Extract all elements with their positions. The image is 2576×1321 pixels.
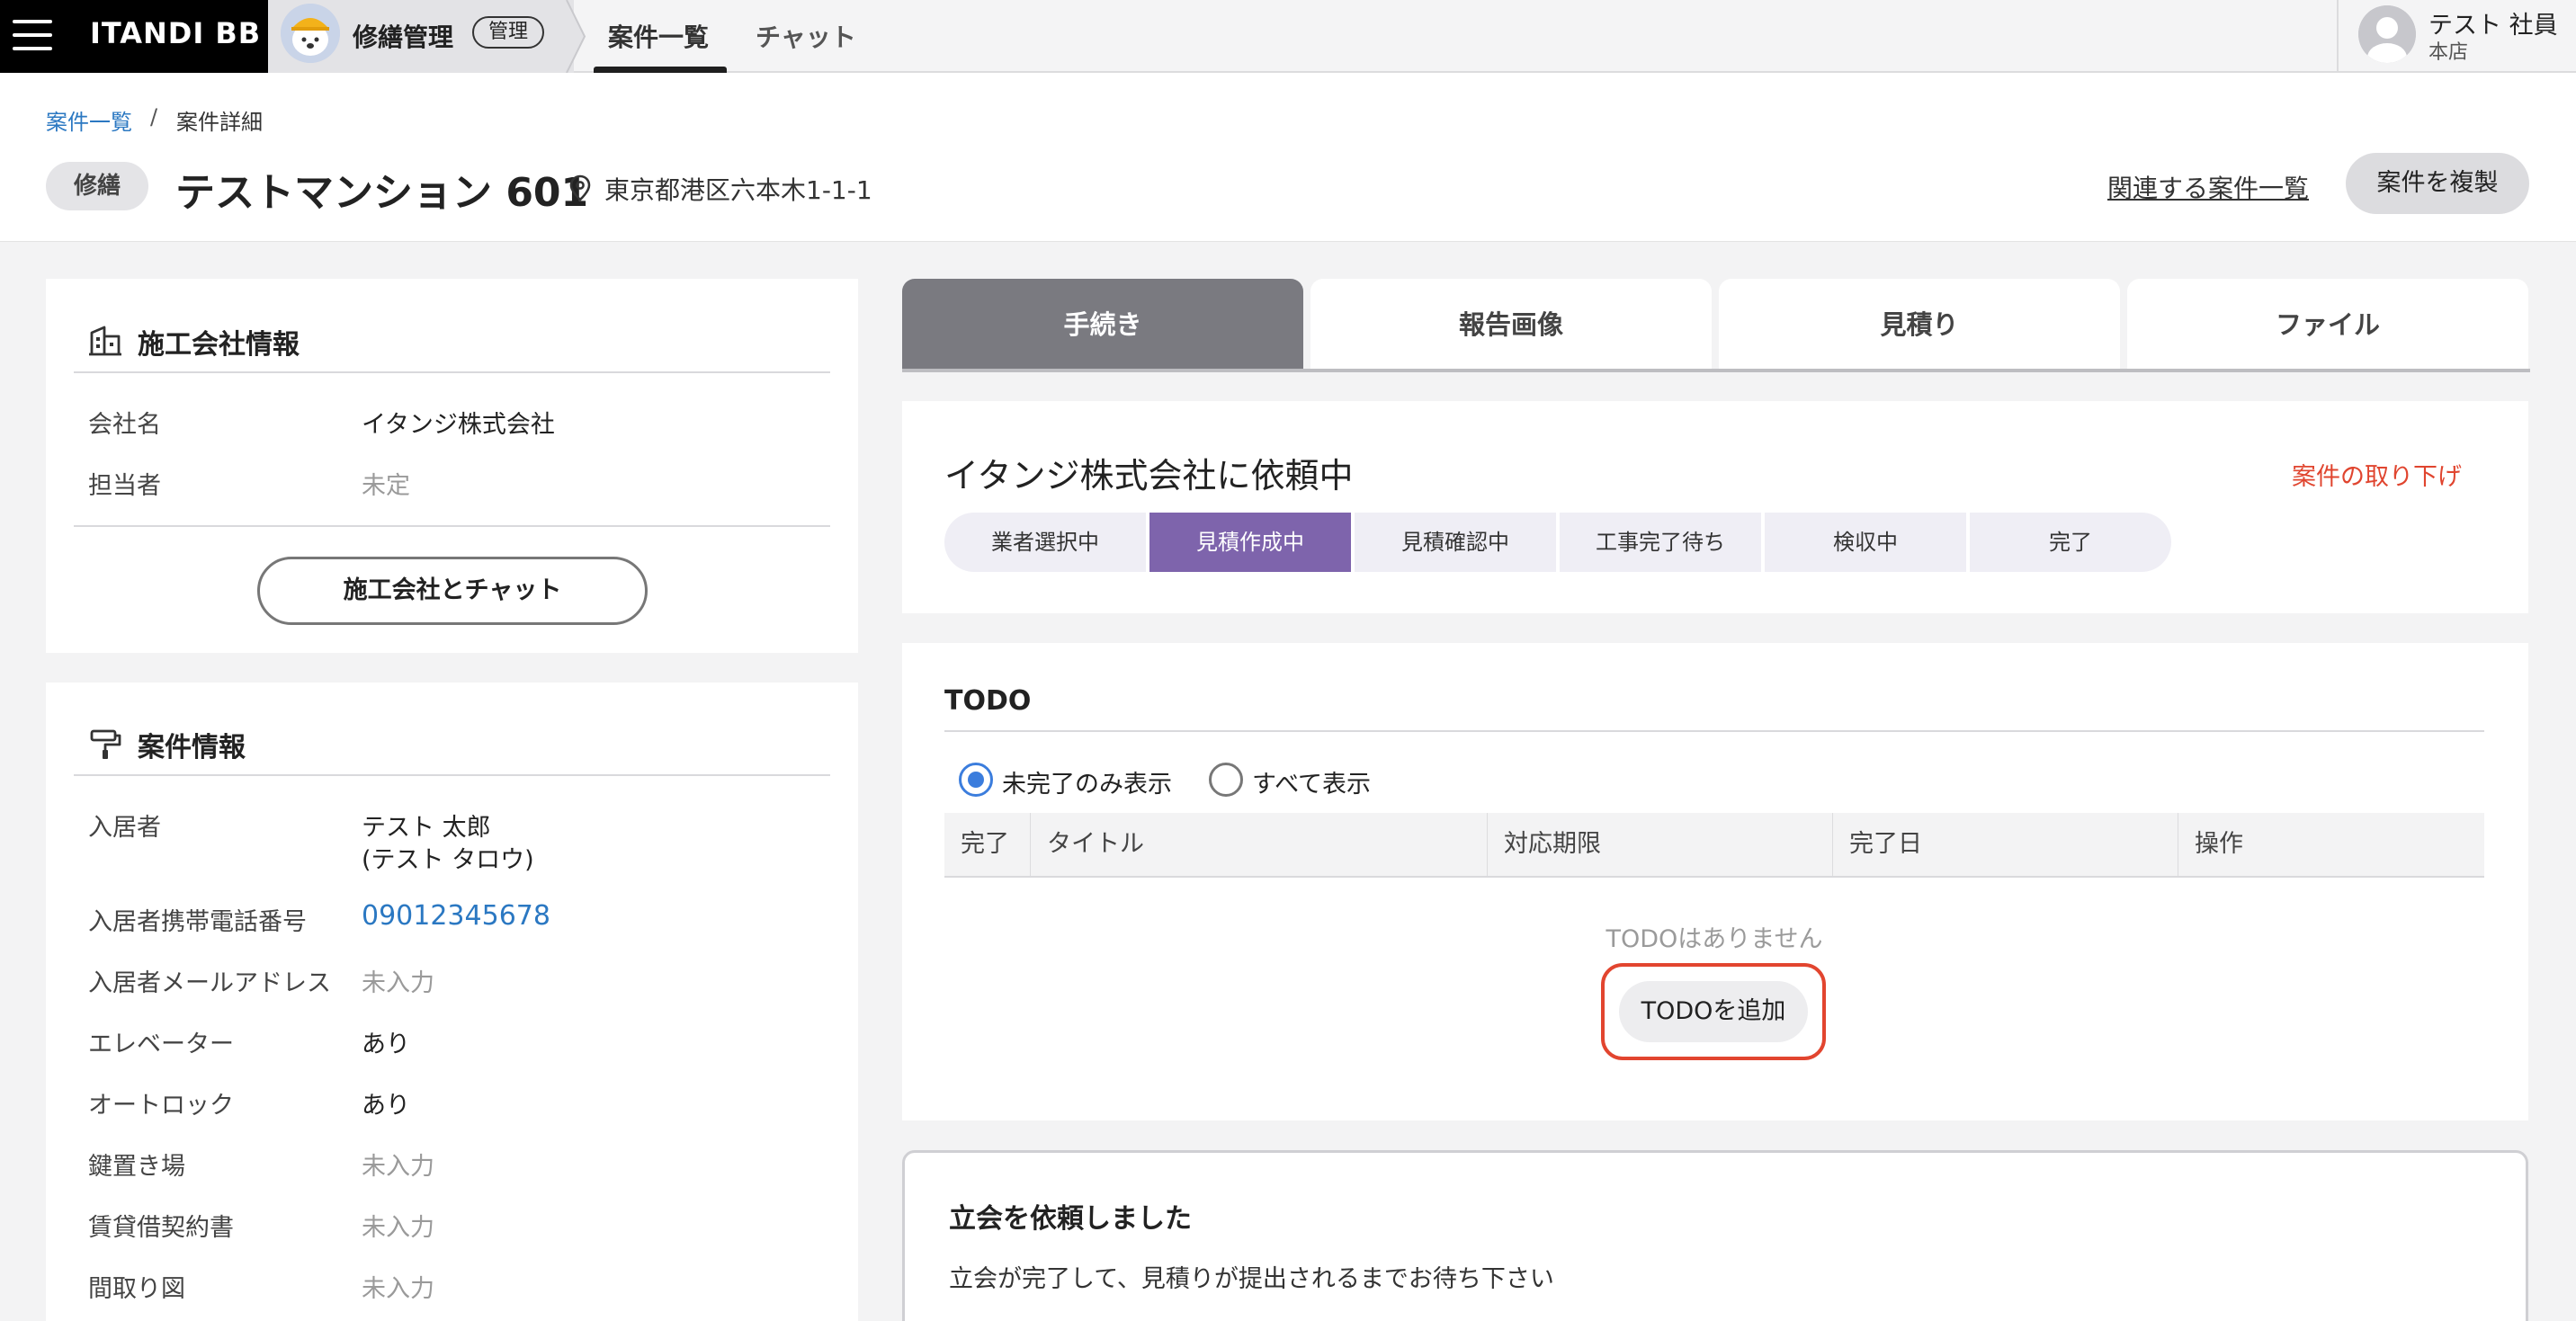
step-inspection: 検収中 bbox=[1765, 513, 1966, 572]
company-info-title: 施工会社情報 bbox=[138, 329, 300, 361]
mascot-avatar-icon bbox=[281, 4, 340, 63]
tab-procedures[interactable]: 手続き bbox=[902, 279, 1303, 370]
lease-contract-value: 未入力 bbox=[362, 1214, 434, 1242]
step-estimate-creating: 見積作成中 bbox=[1149, 513, 1351, 572]
tenant-name: テスト 太郎 bbox=[362, 814, 491, 842]
filter-all-label[interactable]: すべて表示 bbox=[1252, 764, 1371, 799]
nav-active-indicator bbox=[594, 67, 727, 73]
elevator-value: あり bbox=[362, 1031, 410, 1058]
status-title: イタンジ株式会社に依頼中 bbox=[944, 456, 1354, 495]
contact-person-label: 担当者 bbox=[88, 472, 161, 500]
tenant-phone-link[interactable]: 09012345678 bbox=[362, 900, 550, 932]
todo-empty-message: TODOはありません bbox=[1606, 925, 1823, 953]
todo-title: TODO bbox=[944, 685, 1032, 717]
column-deadline: 対応期限 bbox=[1488, 813, 1833, 876]
brand-logo[interactable]: ITANDI BB bbox=[90, 16, 261, 50]
tenant-email-value: 未入力 bbox=[362, 969, 434, 997]
tab-estimates[interactable]: 見積り bbox=[1719, 279, 2120, 370]
autolock-label: オートロック bbox=[88, 1092, 234, 1120]
property-address: 東京都港区六本木1-1-1 bbox=[604, 175, 872, 205]
notice-card bbox=[902, 1150, 2528, 1321]
related-cases-link[interactable]: 関連する案件一覧 bbox=[2107, 169, 2309, 205]
case-type-badge: 修繕 bbox=[46, 162, 148, 210]
company-name-value: イタンジ株式会社 bbox=[362, 411, 555, 439]
breadcrumb-chevron-icon bbox=[563, 0, 586, 73]
case-info-title: 案件情報 bbox=[138, 732, 246, 763]
nav-tab-chat[interactable]: チャット bbox=[756, 18, 856, 54]
filter-incomplete-label[interactable]: 未完了のみ表示 bbox=[1002, 764, 1172, 799]
divider bbox=[74, 774, 830, 776]
withdraw-case-link[interactable]: 案件の取り下げ bbox=[2292, 457, 2462, 492]
breadcrumb-separator: / bbox=[150, 104, 158, 129]
tab-files[interactable]: ファイル bbox=[2127, 279, 2528, 370]
filter-all-radio[interactable] bbox=[1209, 763, 1243, 797]
hamburger-menu-icon[interactable] bbox=[13, 20, 52, 50]
step-awaiting-completion: 工事完了待ち bbox=[1560, 513, 1761, 572]
location-pin-icon bbox=[569, 174, 591, 201]
breadcrumb-case-list-link[interactable]: 案件一覧 bbox=[46, 104, 132, 136]
tenant-email-label: 入居者メールアドレス bbox=[88, 969, 331, 997]
breadcrumb-current: 案件詳細 bbox=[176, 110, 263, 135]
column-completed-date: 完了日 bbox=[1833, 813, 2178, 876]
contact-person-value: 未定 bbox=[362, 472, 410, 500]
chat-with-company-button[interactable]: 施工会社とチャット bbox=[257, 557, 648, 625]
lease-contract-label: 賃貸借契約書 bbox=[88, 1214, 234, 1242]
tenant-label: 入居者 bbox=[88, 814, 161, 842]
company-name-label: 会社名 bbox=[88, 411, 161, 439]
floor-plan-value: 未入力 bbox=[362, 1275, 434, 1303]
key-location-value: 未入力 bbox=[362, 1153, 434, 1181]
column-title: タイトル bbox=[1031, 813, 1488, 876]
autolock-value: あり bbox=[362, 1092, 410, 1120]
step-vendor-selection: 業者選択中 bbox=[944, 513, 1146, 572]
tab-report-images[interactable]: 報告画像 bbox=[1310, 279, 1712, 370]
step-complete: 完了 bbox=[1970, 513, 2171, 572]
user-branch: 本店 bbox=[2428, 41, 2469, 64]
status-panel bbox=[902, 401, 2528, 613]
user-avatar-icon[interactable] bbox=[2358, 5, 2416, 63]
floor-plan-label: 間取り図 bbox=[88, 1275, 185, 1303]
step-estimate-review: 見積確認中 bbox=[1355, 513, 1556, 572]
column-actions: 操作 bbox=[2178, 813, 2484, 876]
elevator-label: エレベーター bbox=[88, 1031, 234, 1058]
duplicate-case-button[interactable]: 案件を複製 bbox=[2346, 153, 2529, 214]
table-divider bbox=[944, 876, 2484, 878]
add-todo-button[interactable]: TODOを追加 bbox=[1619, 981, 1808, 1042]
filter-incomplete-radio[interactable] bbox=[959, 763, 993, 797]
key-location-label: 鍵置き場 bbox=[88, 1153, 185, 1181]
paint-roller-icon bbox=[90, 729, 121, 759]
admin-badge: 管理 bbox=[472, 16, 545, 49]
nav-tab-case-list[interactable]: 案件一覧 bbox=[608, 18, 709, 54]
divider bbox=[74, 525, 830, 527]
divider bbox=[74, 371, 830, 373]
divider bbox=[944, 730, 2484, 732]
tab-underline bbox=[902, 369, 2530, 372]
building-icon bbox=[89, 326, 121, 356]
column-done: 完了 bbox=[944, 813, 1031, 876]
tenant-name-kana: (テスト タロウ) bbox=[362, 846, 534, 874]
page-title: テストマンション 601 bbox=[175, 170, 589, 216]
notice-body: 立会が完了して、見積りが提出されるまでお待ち下さい bbox=[949, 1265, 1554, 1293]
app-title: 修繕管理 bbox=[353, 22, 454, 52]
notice-title: 立会を依頼しました bbox=[949, 1203, 1192, 1235]
tenant-phone-label: 入居者携帯電話番号 bbox=[88, 908, 307, 936]
